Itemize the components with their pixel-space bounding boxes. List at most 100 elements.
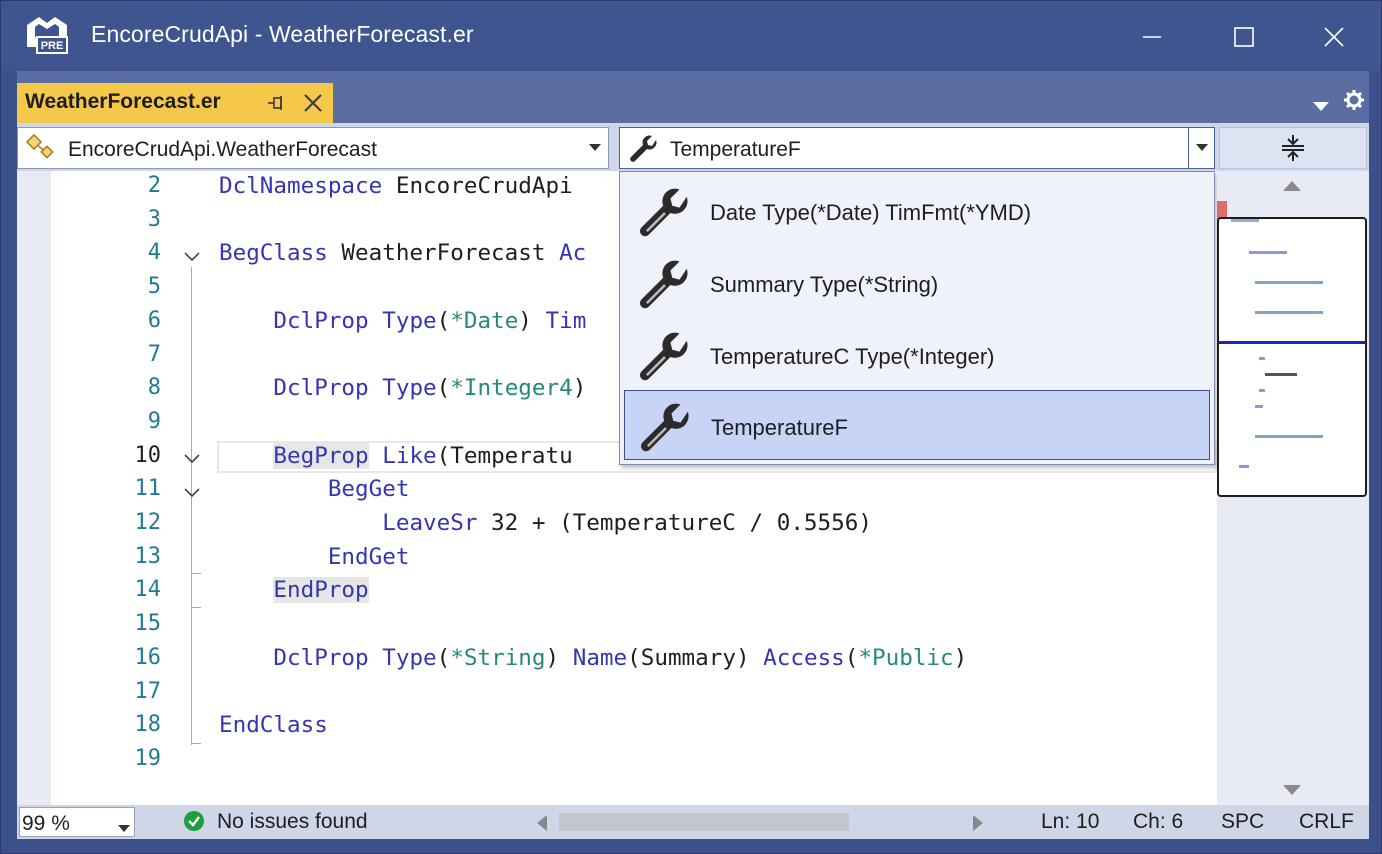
code-line: DclProp Type(*Integer4) xyxy=(219,375,586,401)
wrench-icon xyxy=(636,184,694,242)
fold-guide xyxy=(191,743,201,744)
line-number: 16 xyxy=(134,644,162,670)
fold-chevron-icon[interactable] xyxy=(183,449,201,467)
gear-icon[interactable] xyxy=(1343,89,1365,111)
scroll-left-icon[interactable] xyxy=(537,815,547,836)
member-combo-value: TemperatureF xyxy=(670,138,801,161)
keyword-token: BegGet xyxy=(327,476,410,503)
maximize-button[interactable] xyxy=(1221,15,1267,59)
fold-guide xyxy=(191,573,201,574)
line-number: 2 xyxy=(147,173,161,198)
horizontal-scroll-thumb[interactable] xyxy=(559,813,849,831)
line-number: 8 xyxy=(147,375,161,401)
special-value-token: *String xyxy=(450,644,546,671)
line-ending-indicator[interactable]: CRLF xyxy=(1299,810,1354,834)
line-number: 9 xyxy=(147,408,161,434)
line-number: 10 xyxy=(134,442,162,468)
fold-chevron-icon[interactable] xyxy=(183,247,201,265)
scrollbar-map[interactable] xyxy=(1217,171,1369,805)
spacing-indicator[interactable]: SPC xyxy=(1221,810,1264,834)
text-token: ) xyxy=(545,644,573,671)
keyword-token: Tim xyxy=(545,307,587,334)
keyword-token-highlighted: BegProp xyxy=(273,442,369,469)
code-line: DclProp Type(*String) Name(Summary) Acce… xyxy=(219,645,967,671)
line-number: 7 xyxy=(147,341,161,367)
member-combo[interactable]: TemperatureF xyxy=(619,127,1215,169)
keyword-token: Name xyxy=(572,644,628,671)
tab-weatherforecast[interactable]: WeatherForecast.er xyxy=(17,83,333,123)
tab-close-icon[interactable] xyxy=(301,91,325,115)
dropdown-item-selected[interactable]: TemperatureF xyxy=(624,390,1210,460)
chevron-down-icon[interactable] xyxy=(582,128,608,168)
dropdown-item[interactable]: Date Type(*Date) TimFmt(*YMD) xyxy=(624,176,1210,246)
line-number: 15 xyxy=(134,611,162,637)
code-line: BegClass WeatherForecast Ac xyxy=(219,240,586,266)
text-token: EncoreCrudApi xyxy=(382,173,573,199)
keyword-token: BegClass xyxy=(219,240,328,267)
zoom-value: 99 % xyxy=(22,812,70,835)
scroll-up-icon[interactable] xyxy=(1283,179,1301,197)
navigation-bar: EncoreCrudApi.WeatherForecast Temperatur… xyxy=(17,123,1369,171)
text-token: ) xyxy=(518,307,546,334)
line-number: 3 xyxy=(147,206,161,232)
code-line: BegProp Like(Temperatu xyxy=(219,442,573,469)
chevron-down-icon xyxy=(1313,102,1329,111)
dropdown-item-label: TemperatureF xyxy=(711,415,848,440)
status-bar: 99 % No issues found Ln: 10 Ch: 6 SPC CR… xyxy=(17,805,1369,839)
dropdown-item[interactable]: Summary Type(*String) xyxy=(624,248,1210,318)
text-token: (Temperatu xyxy=(436,442,573,469)
scroll-down-icon[interactable] xyxy=(1283,783,1301,801)
code-line: BegGet xyxy=(219,476,410,503)
wrench-icon xyxy=(637,399,695,457)
code-line: EndGet xyxy=(219,544,410,570)
class-combo[interactable]: EncoreCrudApi.WeatherForecast xyxy=(17,127,609,169)
text-token: ) xyxy=(953,644,968,671)
line-number: 11 xyxy=(134,476,162,502)
tab-label: WeatherForecast.er xyxy=(25,90,221,113)
split-window-button[interactable] xyxy=(1219,127,1367,169)
char-indicator[interactable]: Ch: 6 xyxy=(1133,810,1183,834)
split-icon xyxy=(1282,135,1304,161)
text-token: 32 + (TemperatureC / 0.5556) xyxy=(477,510,872,536)
keyword-token: DclNamespace xyxy=(219,173,383,199)
wrench-icon xyxy=(636,328,694,386)
chevron-down-icon xyxy=(118,820,130,838)
app-pre-icon: PRE xyxy=(25,15,69,55)
line-number-gutter: 2 3 4 5 6 7 8 9 10 11 12 13 14 15 16 17 18 19 xyxy=(51,171,162,805)
line-indicator[interactable]: Ln: 10 xyxy=(1041,810,1099,834)
code-line: DclProp Type(*Date) Tim xyxy=(219,308,586,334)
close-icon xyxy=(1324,27,1344,47)
line-number: 17 xyxy=(134,678,162,704)
zoom-select[interactable]: 99 % xyxy=(19,807,135,837)
issues-status[interactable]: No issues found xyxy=(217,810,368,834)
check-circle-icon xyxy=(183,810,205,832)
tab-list-dropdown[interactable] xyxy=(1313,99,1329,111)
pin-icon[interactable] xyxy=(265,92,287,114)
scroll-right-icon[interactable] xyxy=(973,815,983,836)
map-viewport[interactable] xyxy=(1217,217,1367,497)
keyword-token: Access xyxy=(763,644,845,671)
chevron-down-icon[interactable] xyxy=(1188,128,1214,168)
minimize-button[interactable] xyxy=(1129,15,1175,59)
dropdown-item[interactable]: TemperatureC Type(*Integer) xyxy=(624,320,1210,390)
keyword-token: Ac xyxy=(559,240,587,267)
code-line: EndClass xyxy=(219,712,328,738)
line-number: 4 xyxy=(147,240,161,266)
code-line: LeaveSr 32 + (TemperatureC / 0.5556) xyxy=(219,510,872,536)
fold-chevron-icon[interactable] xyxy=(183,483,201,501)
text-token: ( xyxy=(844,644,859,671)
close-window-button[interactable] xyxy=(1311,15,1357,59)
code-line: EndProp xyxy=(219,577,369,604)
keyword-token: Type xyxy=(382,307,437,334)
text-token: ) xyxy=(572,375,587,402)
text-token: ( xyxy=(436,644,451,671)
keyword-token: DclProp xyxy=(273,375,369,402)
